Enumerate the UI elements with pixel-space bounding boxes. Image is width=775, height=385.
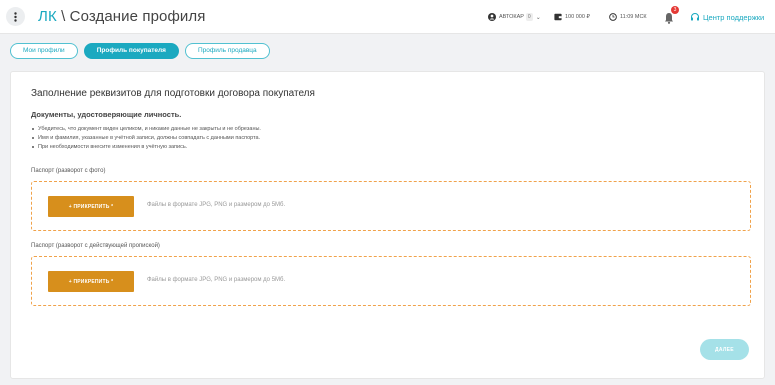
balance-value: 100 000 ₽ xyxy=(565,14,590,20)
vertical-dots-icon xyxy=(14,11,17,22)
time-value: 11:09 МСК xyxy=(620,14,647,20)
tab-my-profiles[interactable]: Мои профили xyxy=(10,43,78,59)
account-label: АВТОКАР xyxy=(499,14,524,20)
list-item: Имя и фамилия, указанные в учётной запис… xyxy=(31,134,261,143)
server-time: 11:09 МСК xyxy=(609,11,647,23)
passport-photo-label: Паспорт (разворот с фото) xyxy=(31,168,106,174)
documents-heading: Документы, удостоверяющие личность. xyxy=(31,110,182,119)
menu-button[interactable] xyxy=(6,7,25,26)
account-badge: 0 xyxy=(525,13,533,21)
attach-passport-registration-button[interactable]: + ПРИКРЕПИТЬ * xyxy=(48,271,134,292)
list-item: При необходимости внесите изменения в уч… xyxy=(31,143,261,152)
buyer-requisites-form: Заполнение реквизитов для подготовки дог… xyxy=(10,71,765,379)
support-label: Центр поддержки xyxy=(703,12,765,22)
page-title-text: Создание профиля xyxy=(69,8,206,25)
attach-passport-photo-button[interactable]: + ПРИКРЕПИТЬ * xyxy=(48,196,134,217)
passport-registration-label: Паспорт (разворот с действующей прописко… xyxy=(31,243,160,249)
breadcrumb-lk[interactable]: ЛК xyxy=(38,8,57,25)
passport-photo-dropzone[interactable]: + ПРИКРЕПИТЬ * Файлы в формате JPG, PNG … xyxy=(31,181,751,231)
notifications-count: 3 xyxy=(671,6,679,14)
balance: 100 000 ₽ xyxy=(554,11,590,23)
user-circle-icon xyxy=(488,13,496,21)
profile-tabs: Мои профили Профиль покупателя Профиль п… xyxy=(10,43,270,59)
file-requirements-hint: Файлы в формате JPG, PNG и размером до 5… xyxy=(147,277,286,283)
breadcrumb-separator: \ xyxy=(61,8,66,25)
tab-buyer-profile[interactable]: Профиль покупателя xyxy=(83,43,179,59)
next-button[interactable]: ДАЛЕЕ xyxy=(700,339,749,360)
page-title: ЛК \ Создание профиля xyxy=(38,8,205,25)
notifications-button[interactable]: 3 xyxy=(664,6,679,24)
clock-icon xyxy=(609,13,617,21)
requirements-list: Убедитесь, что документ виден целиком, и… xyxy=(31,125,261,152)
file-requirements-hint: Файлы в формате JPG, PNG и размером до 5… xyxy=(147,202,286,208)
passport-registration-dropzone[interactable]: + ПРИКРЕПИТЬ * Файлы в формате JPG, PNG … xyxy=(31,256,751,306)
chevron-down-icon: ⌄ xyxy=(535,14,541,21)
list-item: Убедитесь, что документ виден целиком, и… xyxy=(31,125,261,134)
account-switcher[interactable]: АВТОКАР 0 ⌄ xyxy=(488,11,541,23)
wallet-icon xyxy=(554,13,562,21)
headset-icon xyxy=(691,12,699,21)
support-center-link[interactable]: Центр поддержки xyxy=(690,10,764,24)
bell-icon xyxy=(665,13,673,24)
top-bar: ЛК \ Создание профиля АВТОКАР 0 ⌄ 100 00… xyxy=(0,0,775,34)
form-title: Заполнение реквизитов для подготовки дог… xyxy=(31,88,315,99)
tab-seller-profile[interactable]: Профиль продавца xyxy=(184,43,270,59)
